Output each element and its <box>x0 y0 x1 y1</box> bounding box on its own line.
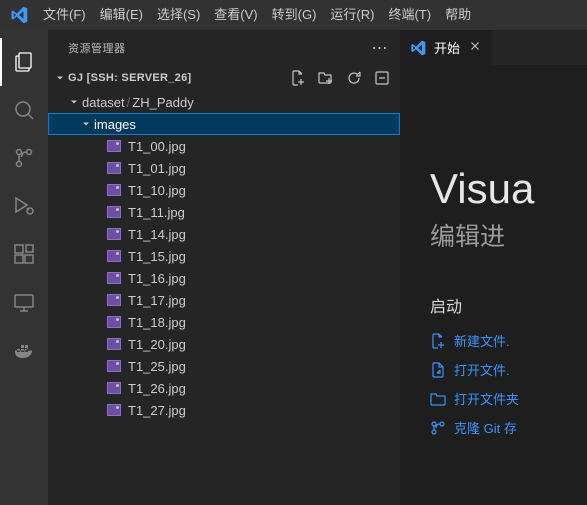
start-item-label: 打开文件. <box>454 360 510 379</box>
tree-folder-images[interactable]: images <box>48 113 400 135</box>
sidebar-title: 资源管理器 <box>68 40 126 56</box>
tab-welcome[interactable]: 开始 <box>400 30 492 65</box>
menu-edit[interactable]: 编辑(E) <box>93 0 150 30</box>
image-file-icon <box>106 204 122 220</box>
welcome-page: Visua 编辑进 启动 新建文件. 打开文件. 打开文件夹 克隆 <box>400 65 587 437</box>
file-label: T1_00.jpg <box>128 139 186 154</box>
start-open-folder[interactable]: 打开文件夹 <box>430 389 587 408</box>
file-label: T1_27.jpg <box>128 403 186 418</box>
tree-root[interactable]: GJ [SSH: SERVER_26] <box>48 65 400 91</box>
menu-run[interactable]: 运行(R) <box>323 0 381 30</box>
close-icon[interactable] <box>468 39 482 56</box>
start-heading: 启动 <box>430 293 587 317</box>
activity-docker[interactable] <box>0 326 48 374</box>
tree-file[interactable]: T1_25.jpg <box>48 355 400 377</box>
menu-file[interactable]: 文件(F) <box>36 0 93 30</box>
start-item-label: 克隆 Git 存 <box>454 418 517 437</box>
tab-label: 开始 <box>434 38 460 57</box>
image-file-icon <box>106 336 122 352</box>
file-label: T1_17.jpg <box>128 293 186 308</box>
image-file-icon <box>106 402 122 418</box>
welcome-title: Visua <box>430 165 587 213</box>
tree-file[interactable]: T1_14.jpg <box>48 223 400 245</box>
menu-terminal[interactable]: 终端(T) <box>381 0 438 30</box>
image-file-icon <box>106 380 122 396</box>
file-label: T1_10.jpg <box>128 183 186 198</box>
activity-remote[interactable] <box>0 278 48 326</box>
start-clone-git[interactable]: 克隆 Git 存 <box>430 418 587 437</box>
folder-label: ZH_Paddy <box>132 95 193 110</box>
chevron-down-icon <box>78 118 94 130</box>
activity-search[interactable] <box>0 86 48 134</box>
image-file-icon <box>106 138 122 154</box>
file-label: T1_11.jpg <box>128 205 185 220</box>
start-item-label: 打开文件夹 <box>454 389 519 408</box>
file-label: T1_20.jpg <box>128 337 186 352</box>
new-folder-icon[interactable] <box>318 70 334 86</box>
new-file-icon[interactable] <box>290 70 306 86</box>
tree-file[interactable]: T1_17.jpg <box>48 289 400 311</box>
image-file-icon <box>106 248 122 264</box>
tree-file[interactable]: T1_26.jpg <box>48 377 400 399</box>
collapse-icon[interactable] <box>374 70 390 86</box>
file-label: T1_01.jpg <box>128 161 186 176</box>
image-file-icon <box>106 182 122 198</box>
file-label: T1_16.jpg <box>128 271 186 286</box>
vscode-logo-icon <box>410 40 426 56</box>
file-label: T1_15.jpg <box>128 249 186 264</box>
sidebar-more-icon[interactable]: ⋯ <box>372 38 389 58</box>
activity-explorer[interactable] <box>0 38 48 86</box>
file-tree: GJ [SSH: SERVER_26] dataset / ZH_Paddy i… <box>48 65 400 505</box>
image-file-icon <box>106 270 122 286</box>
file-label: T1_25.jpg <box>128 359 186 374</box>
tree-file[interactable]: T1_11.jpg <box>48 201 400 223</box>
image-file-icon <box>106 358 122 374</box>
tree-file[interactable]: T1_01.jpg <box>48 157 400 179</box>
tree-file[interactable]: T1_16.jpg <box>48 267 400 289</box>
menu-view[interactable]: 查看(V) <box>207 0 264 30</box>
start-new-file[interactable]: 新建文件. <box>430 331 587 350</box>
tree-file[interactable]: T1_20.jpg <box>48 333 400 355</box>
chevron-down-icon <box>52 72 68 84</box>
path-separator: / <box>125 95 133 110</box>
file-label: T1_18.jpg <box>128 315 186 330</box>
refresh-icon[interactable] <box>346 70 362 86</box>
start-item-label: 新建文件. <box>454 331 510 350</box>
activity-bar <box>0 30 48 505</box>
activity-extensions[interactable] <box>0 230 48 278</box>
menu-selection[interactable]: 选择(S) <box>150 0 207 30</box>
image-file-icon <box>106 314 122 330</box>
tree-folder-dataset[interactable]: dataset / ZH_Paddy <box>48 91 400 113</box>
editor-tabs: 开始 <box>400 30 587 65</box>
chevron-down-icon <box>66 96 82 108</box>
explorer-sidebar: 资源管理器 ⋯ GJ [SSH: SERVER_26] dataset / ZH… <box>48 30 400 505</box>
activity-scm[interactable] <box>0 134 48 182</box>
welcome-subtitle: 编辑进 <box>430 217 587 253</box>
menu-help[interactable]: 帮助 <box>438 0 478 30</box>
file-label: T1_14.jpg <box>128 227 186 242</box>
tree-file[interactable]: T1_15.jpg <box>48 245 400 267</box>
open-file-icon <box>430 362 446 378</box>
menubar: 文件(F) 编辑(E) 选择(S) 查看(V) 转到(G) 运行(R) 终端(T… <box>0 0 587 30</box>
tree-file[interactable]: T1_00.jpg <box>48 135 400 157</box>
activity-run[interactable] <box>0 182 48 230</box>
image-file-icon <box>106 226 122 242</box>
editor-area: 开始 Visua 编辑进 启动 新建文件. 打开文件. 打开文件夹 <box>400 30 587 505</box>
start-open-file[interactable]: 打开文件. <box>430 360 587 379</box>
image-file-icon <box>106 160 122 176</box>
tree-file[interactable]: T1_18.jpg <box>48 311 400 333</box>
vscode-logo-icon <box>10 6 28 24</box>
tree-file[interactable]: T1_27.jpg <box>48 399 400 421</box>
folder-label: dataset <box>82 95 125 110</box>
image-file-icon <box>106 292 122 308</box>
file-label: T1_26.jpg <box>128 381 186 396</box>
git-icon <box>430 420 446 436</box>
folder-label: images <box>94 117 136 132</box>
menu-go[interactable]: 转到(G) <box>265 0 324 30</box>
folder-icon <box>430 391 446 407</box>
tree-file[interactable]: T1_10.jpg <box>48 179 400 201</box>
new-file-icon <box>430 333 446 349</box>
root-label: GJ [SSH: SERVER_26] <box>68 72 191 84</box>
